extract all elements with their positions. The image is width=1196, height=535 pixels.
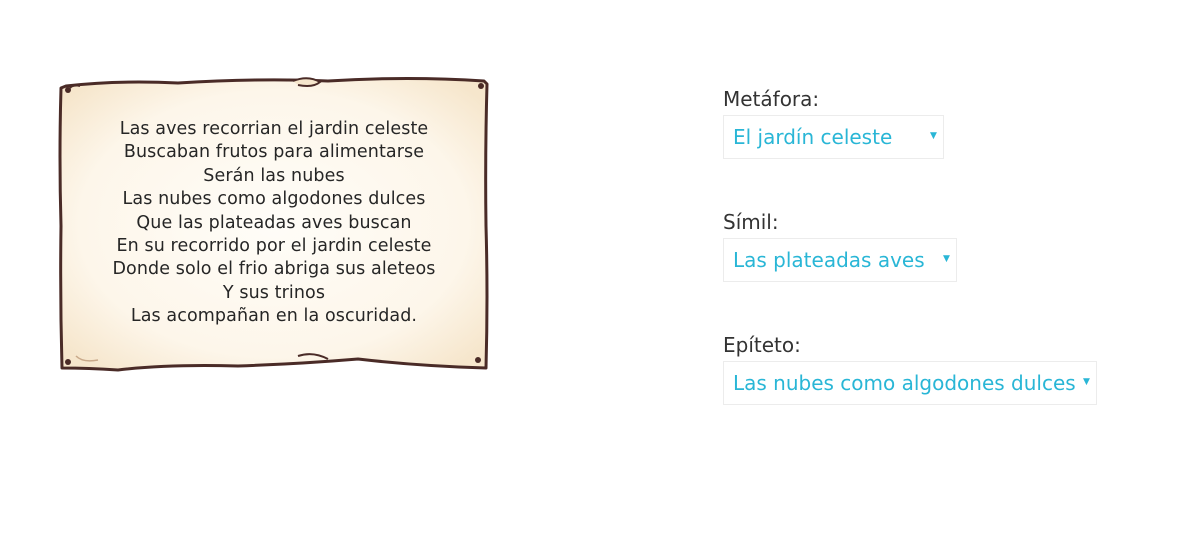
poem-line: Las nubes como algodones dulces	[122, 189, 426, 210]
simil-selected-value: Las plateadas aves	[733, 248, 925, 272]
poem-line: Donde solo el frio abriga sus aleteos	[112, 259, 436, 280]
poem-line: En su recorrido por el jardin celeste	[116, 236, 432, 257]
metafora-field: Metáfora: El jardín celeste ▼	[723, 87, 944, 159]
epiteto-selected-value: Las nubes como algodones dulces	[733, 371, 1076, 395]
metafora-label: Metáfora:	[723, 87, 820, 111]
poem-line: Las acompañan en la oscuridad.	[130, 306, 418, 327]
metafora-selected-value: El jardín celeste	[733, 125, 893, 149]
poem-line: Que las plateadas aves buscan	[136, 212, 412, 233]
epiteto-select[interactable]: Las nubes como algodones dulces ▼	[723, 361, 1097, 405]
poem-line: Buscaban frutos para alimentarse	[123, 142, 425, 163]
poem-line: Las aves recorrian el jardin celeste	[119, 119, 429, 139]
simil-field: Símil: Las plateadas aves ▼	[723, 210, 957, 282]
simil-select[interactable]: Las plateadas aves ▼	[723, 238, 957, 282]
triangle-down-icon: ▼	[930, 131, 937, 141]
poem-text: Las aves recorrian el jardin celeste Bus…	[78, 118, 470, 329]
epiteto-field: Epíteto: Las nubes como algodones dulces…	[723, 333, 1097, 405]
triangle-down-icon: ▼	[1083, 377, 1090, 387]
epiteto-label: Epíteto:	[723, 333, 801, 357]
poem-line: Y sus trinos	[222, 282, 326, 303]
simil-label: Símil:	[723, 210, 779, 234]
poem-parchment: Las aves recorrian el jardin celeste Bus…	[58, 76, 490, 374]
metafora-select[interactable]: El jardín celeste ▼	[723, 115, 944, 159]
triangle-down-icon: ▼	[943, 254, 950, 264]
poem-line: Serán las nubes	[203, 165, 345, 186]
